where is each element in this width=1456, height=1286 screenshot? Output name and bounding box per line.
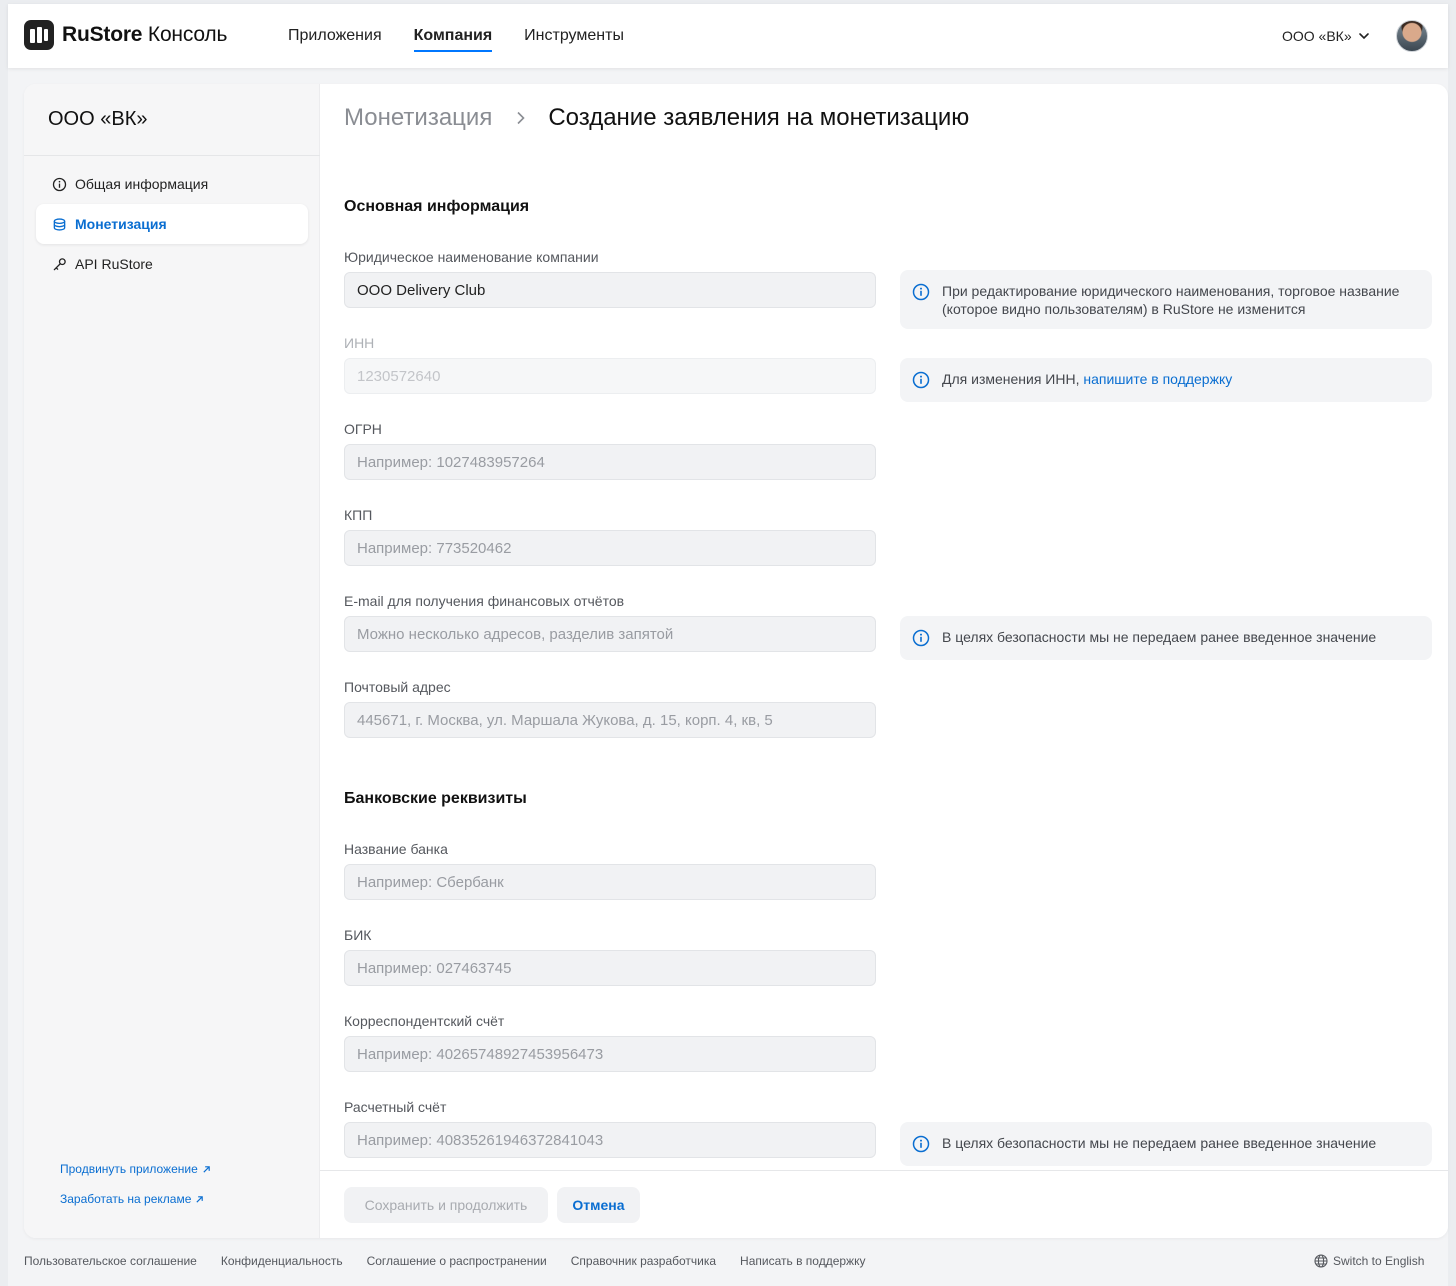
- form-actions-bar: Сохранить и продолжить Отмена: [320, 1170, 1448, 1238]
- main-nav: Приложения Компания Инструменты: [288, 4, 656, 68]
- legal-name-hint-text: При редактирование юридического наименов…: [942, 283, 1400, 317]
- bank-name-label: Название банка: [344, 841, 448, 857]
- nav-company[interactable]: Компания: [413, 4, 492, 68]
- section-main-info: Основная информация: [344, 198, 530, 215]
- account-hint-text: В целях безопасности мы не передаем ране…: [942, 1135, 1377, 1151]
- coins-icon: [53, 217, 66, 231]
- sidebar-item-api[interactable]: API RuStore: [36, 244, 308, 284]
- footer-dev-reference[interactable]: Справочник разработчика: [571, 1254, 716, 1268]
- footer-distribution[interactable]: Соглашение о распространении: [367, 1254, 547, 1268]
- sidebar: ООО «ВК» Общая информация Монетизация AP…: [24, 84, 320, 1238]
- address-input[interactable]: 445671, г. Москва, ул. Маршала Жукова, д…: [344, 702, 876, 738]
- rustore-logo-icon: [24, 20, 54, 50]
- chevron-right-icon: [517, 111, 525, 125]
- nav-tools[interactable]: Инструменты: [524, 4, 624, 68]
- email-hint: В целях безопасности мы не передаем ране…: [900, 616, 1432, 660]
- sidebar-item-monetization[interactable]: Монетизация: [36, 204, 308, 244]
- user-avatar[interactable]: [1396, 20, 1428, 52]
- legal-name-label: Юридическое наименование компании: [344, 249, 599, 265]
- legal-name-input[interactable]: ООО Delivery Club: [344, 272, 876, 308]
- legal-name-hint: При редактирование юридического наименов…: [900, 270, 1432, 329]
- kpp-input[interactable]: Например: 773520462: [344, 530, 876, 566]
- footer-support[interactable]: Написать в поддержку: [740, 1254, 865, 1268]
- earn-ads-link[interactable]: Заработать на рекламе: [60, 1192, 204, 1206]
- logo-brand: RuStore: [62, 23, 143, 46]
- breadcrumb: Монетизация Создание заявления на монети…: [344, 104, 969, 132]
- email-label: E-mail для получения финансовых отчётов: [344, 593, 625, 609]
- content-card: ООО «ВК» Общая информация Монетизация AP…: [24, 84, 1448, 1238]
- section-bank: Банковские реквизиты: [344, 790, 527, 807]
- globe-icon: [1314, 1254, 1328, 1268]
- sidebar-item-label: Монетизация: [75, 216, 167, 232]
- page-footer: Пользовательское соглашение Конфиденциал…: [24, 1254, 1428, 1268]
- corr-account-input[interactable]: Например: 40265748927453956473: [344, 1036, 876, 1072]
- external-arrow-icon: [203, 1165, 210, 1173]
- rustore-logo[interactable]: RuStore Консоль: [24, 20, 227, 50]
- top-header: RuStore Консоль Приложения Компания Инст…: [8, 4, 1448, 68]
- info-icon: [912, 283, 930, 301]
- account-label: Расчетный счёт: [344, 1099, 447, 1115]
- promote-app-link[interactable]: Продвинуть приложение: [60, 1162, 211, 1176]
- page-title: Создание заявления на монетизацию: [548, 104, 970, 131]
- chevron-down-icon: [1358, 33, 1369, 40]
- org-switcher[interactable]: ООО «ВК»: [1282, 28, 1370, 44]
- footer-user-agreement[interactable]: Пользовательское соглашение: [24, 1254, 197, 1268]
- bank-name-input[interactable]: Например: Сбербанк: [344, 864, 876, 900]
- info-icon: [912, 1135, 930, 1153]
- email-input[interactable]: Можно несколько адресов, разделив запято…: [344, 616, 876, 652]
- external-arrow-icon: [196, 1195, 204, 1203]
- logo-suffix: Консоль: [147, 23, 228, 46]
- earn-ads-label: Заработать на рекламе: [60, 1192, 192, 1206]
- cancel-button[interactable]: Отмена: [557, 1187, 640, 1223]
- inn-label: ИНН: [344, 335, 375, 351]
- info-circle-icon: [52, 177, 67, 191]
- info-icon: [912, 371, 930, 389]
- bik-input[interactable]: Например: 027463745: [344, 950, 876, 986]
- sidebar-item-label: Общая информация: [75, 176, 209, 192]
- kpp-label: КПП: [344, 507, 373, 523]
- email-hint-text: В целях безопасности мы не передаем ране…: [942, 629, 1377, 645]
- info-icon: [912, 629, 930, 647]
- ogrn-input[interactable]: Например: 1027483957264: [344, 444, 876, 480]
- logo-text: RuStore Консоль: [62, 23, 227, 47]
- key-icon: [53, 257, 66, 270]
- footer-privacy[interactable]: Конфиденциальность: [221, 1254, 343, 1268]
- bik-label: БИК: [344, 927, 372, 943]
- save-continue-button[interactable]: Сохранить и продолжить: [344, 1187, 548, 1223]
- inn-hint-text: Для изменения ИНН, напишите в поддержку: [942, 370, 1232, 388]
- sidebar-title: ООО «ВК»: [48, 108, 148, 130]
- sidebar-item-general-info[interactable]: Общая информация: [36, 164, 308, 204]
- inn-hint-label: Для изменения ИНН,: [942, 371, 1080, 387]
- main-content: Монетизация Создание заявления на монети…: [320, 84, 1448, 1238]
- breadcrumb-parent[interactable]: Монетизация: [344, 104, 492, 132]
- inn-hint: Для изменения ИНН, напишите в поддержку: [900, 358, 1432, 402]
- language-switch[interactable]: Switch to English: [1314, 1254, 1424, 1268]
- promote-app-label: Продвинуть приложение: [60, 1162, 198, 1176]
- nav-apps[interactable]: Приложения: [288, 4, 382, 68]
- inn-input: 1230572640: [344, 358, 876, 394]
- org-switcher-label: ООО «ВК»: [1282, 28, 1352, 44]
- account-input[interactable]: Например: 40835261946372841043: [344, 1122, 876, 1158]
- ogrn-label: ОГРН: [344, 421, 382, 437]
- account-hint: В целях безопасности мы не передаем ране…: [900, 1122, 1432, 1166]
- support-link[interactable]: напишите в поддержку: [1083, 371, 1232, 387]
- sidebar-item-label: API RuStore: [75, 256, 153, 272]
- corr-account-label: Корреспондентский счёт: [344, 1013, 505, 1029]
- language-switch-label: Switch to English: [1333, 1254, 1425, 1268]
- sidebar-divider: [24, 155, 320, 156]
- address-label: Почтовый адрес: [344, 679, 451, 695]
